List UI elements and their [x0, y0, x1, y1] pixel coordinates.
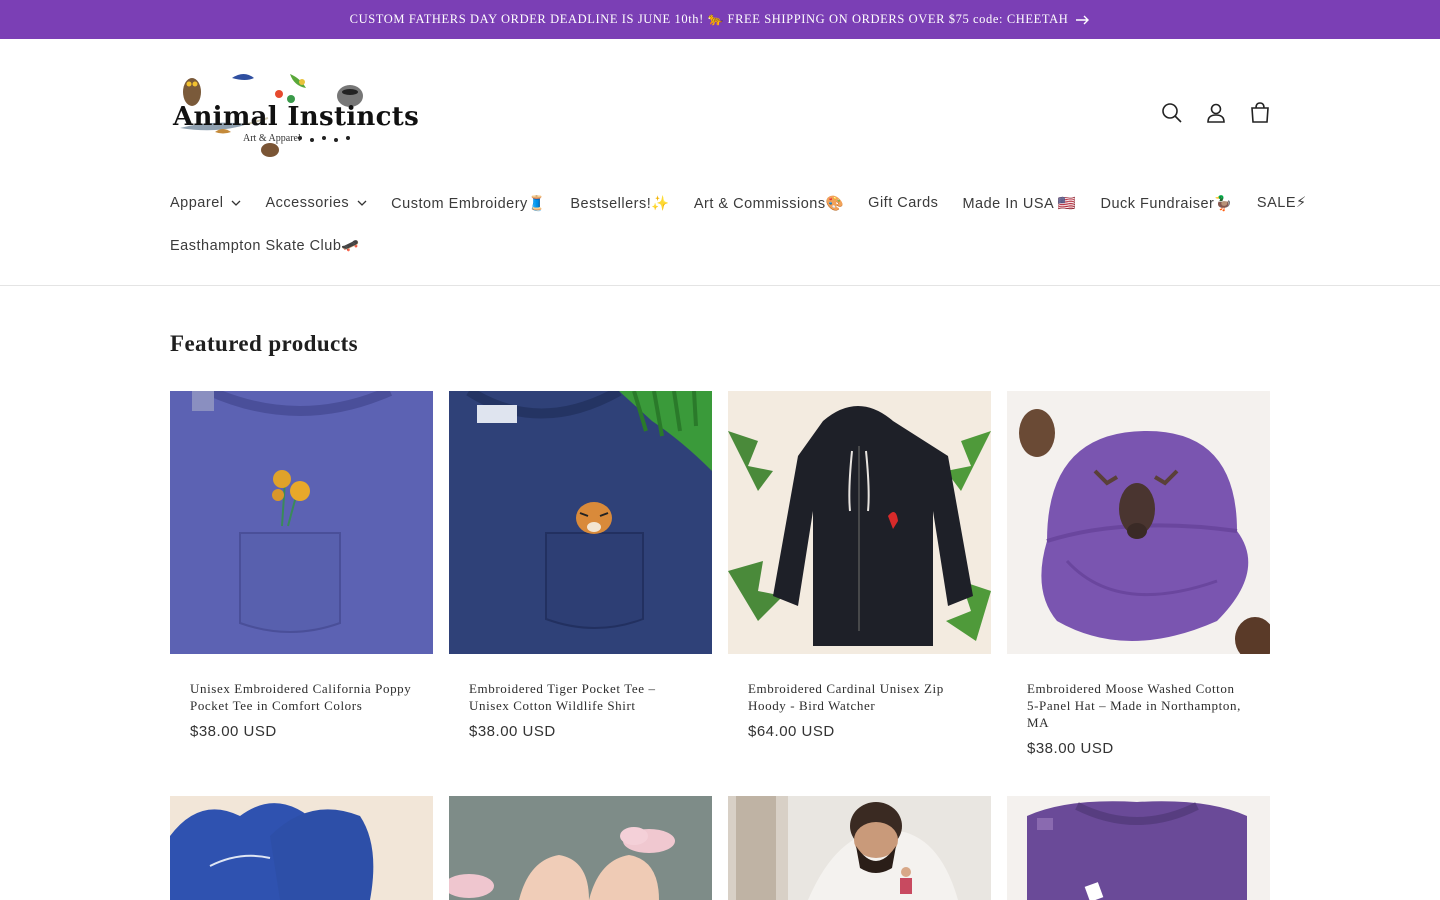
product-image[interactable]: [1007, 796, 1270, 900]
product-info: Embroidered Tiger Pocket Tee – Unisex Co…: [449, 654, 712, 796]
chevron-down-icon: [357, 200, 367, 206]
nav-item-easthampton-skate-club[interactable]: Easthampton Skate Club🛹: [170, 237, 360, 254]
cart-icon[interactable]: [1248, 101, 1272, 125]
product-info: Unisex Embroidered California Poppy Pock…: [170, 654, 433, 796]
product-image[interactable]: [449, 796, 712, 900]
site-header: Animal Instincts Art & Apparel Apparel A…: [0, 39, 1440, 286]
main-nav: Apparel Accessories Custom Embroidery🧵 B…: [170, 182, 1306, 266]
chevron-down-icon: [231, 200, 241, 206]
account-icon[interactable]: [1204, 101, 1228, 125]
nav-item-label: SALE⚡: [1256, 195, 1307, 211]
announcement-text[interactable]: CUSTOM FATHERS DAY ORDER DEADLINE IS JUN…: [350, 12, 1069, 27]
product-grid: Unisex Embroidered California Poppy Pock…: [170, 391, 1270, 900]
nav-item-bestsellers[interactable]: Bestsellers!✨: [570, 195, 670, 212]
logo[interactable]: Animal Instincts Art & Apparel: [170, 66, 419, 166]
section-title: Featured products: [170, 331, 359, 356]
nav-item-made-in-usa[interactable]: Made In USA 🇺🇸: [962, 195, 1076, 212]
product-title[interactable]: Embroidered Cardinal Unisex Zip Hoody - …: [748, 680, 971, 714]
nav-item-sale[interactable]: SALE⚡: [1257, 195, 1307, 211]
product-title[interactable]: Unisex Embroidered California Poppy Pock…: [190, 680, 413, 714]
product-card[interactable]: [1007, 796, 1270, 900]
product-price: $64.00 USD: [748, 723, 835, 740]
nav-item-label: Made In USA 🇺🇸: [962, 195, 1077, 212]
nav-item-art-commissions[interactable]: Art & Commissions🎨: [694, 195, 844, 212]
product-title[interactable]: Embroidered Tiger Pocket Tee – Unisex Co…: [469, 680, 692, 714]
product-title[interactable]: Embroidered Moose Washed Cotton 5-Panel …: [1027, 680, 1250, 731]
nav-item-label: Bestsellers!✨: [570, 195, 670, 212]
nav-row-1: Apparel Accessories Custom Embroidery🧵 B…: [170, 182, 1306, 224]
nav-item-apparel[interactable]: Apparel: [170, 195, 241, 211]
logo-title: Animal Instincts: [173, 102, 420, 132]
nav-item-accessories[interactable]: Accessories: [265, 195, 367, 211]
nav-row-2: Easthampton Skate Club🛹: [170, 224, 1270, 266]
product-card[interactable]: Embroidered Cardinal Unisex Zip Hoody - …: [728, 391, 991, 796]
product-image[interactable]: [728, 391, 991, 654]
nav-item-label: Easthampton Skate Club🛹: [170, 237, 360, 254]
nav-item-label: Gift Cards: [868, 195, 939, 211]
product-price: $38.00 USD: [1027, 740, 1114, 757]
product-image[interactable]: [449, 391, 712, 654]
nav-item-gift-cards[interactable]: Gift Cards: [868, 195, 938, 211]
product-info: Embroidered Cardinal Unisex Zip Hoody - …: [728, 654, 991, 796]
product-image[interactable]: [728, 796, 991, 900]
product-card[interactable]: Embroidered Moose Washed Cotton 5-Panel …: [1007, 391, 1270, 796]
product-image[interactable]: [1007, 391, 1270, 654]
product-image[interactable]: [170, 796, 433, 900]
nav-item-duck-fundraiser[interactable]: Duck Fundraiser🦆: [1100, 195, 1232, 212]
nav-item-label: Duck Fundraiser🦆: [1100, 195, 1233, 212]
nav-item-label: Apparel: [170, 195, 224, 211]
nav-item-label: Art & Commissions🎨: [693, 195, 845, 212]
product-image[interactable]: [170, 391, 433, 654]
arrow-right-icon[interactable]: [1076, 15, 1090, 25]
product-card[interactable]: [449, 796, 712, 900]
nav-item-custom-embroidery[interactable]: Custom Embroidery🧵: [391, 195, 546, 212]
product-price: $38.00 USD: [469, 723, 556, 740]
product-card[interactable]: Unisex Embroidered California Poppy Pock…: [170, 391, 433, 796]
product-info: Embroidered Moose Washed Cotton 5-Panel …: [1007, 654, 1270, 796]
nav-item-label: Custom Embroidery🧵: [391, 195, 547, 212]
nav-item-label: Accessories: [265, 195, 350, 211]
product-price: $38.00 USD: [190, 723, 277, 740]
announcement-bar[interactable]: CUSTOM FATHERS DAY ORDER DEADLINE IS JUN…: [0, 0, 1440, 39]
product-card[interactable]: [728, 796, 991, 900]
search-icon[interactable]: [1160, 101, 1184, 125]
header-icons: [1160, 101, 1272, 125]
logo-subtitle: Art & Apparel: [243, 133, 301, 144]
product-card[interactable]: [170, 796, 433, 900]
product-card[interactable]: Embroidered Tiger Pocket Tee – Unisex Co…: [449, 391, 712, 796]
